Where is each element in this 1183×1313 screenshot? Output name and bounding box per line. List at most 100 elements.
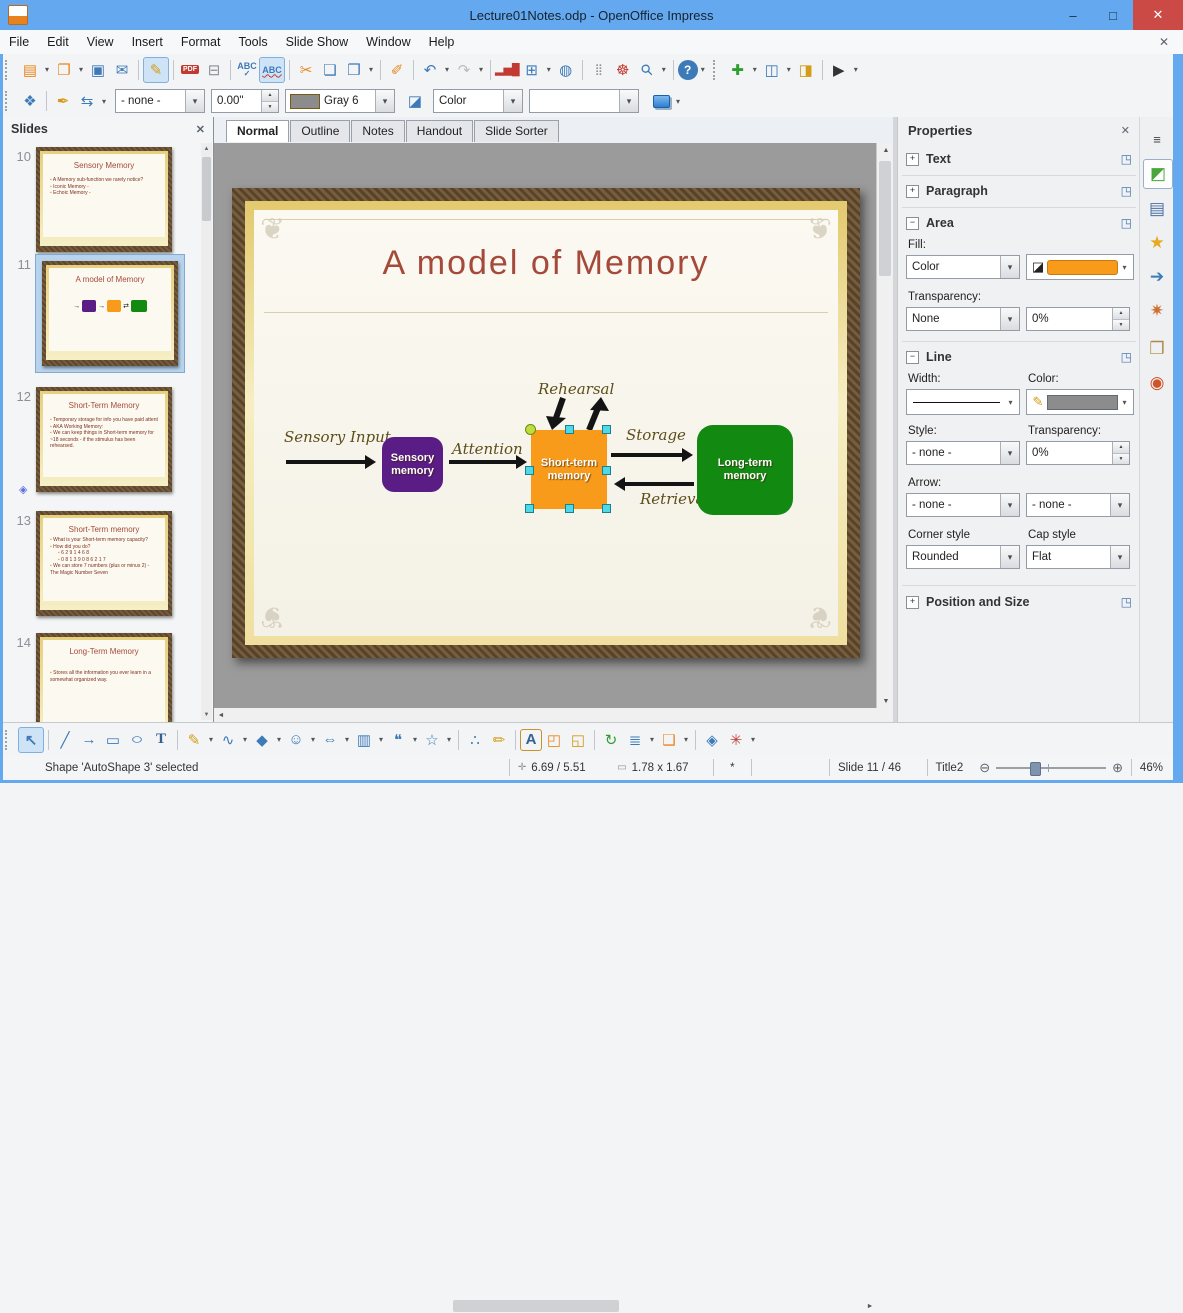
minimize-button[interactable]: – (1053, 0, 1093, 30)
menu-item-format[interactable]: Format (172, 30, 230, 54)
menu-item-file[interactable]: File (0, 30, 38, 54)
slide-design-icon[interactable]: ◨ (794, 58, 818, 82)
line-style-select[interactable]: - none - ▾ (906, 441, 1020, 465)
sidebar-tab-navigator[interactable]: ◉ (1143, 369, 1171, 397)
collapse-icon[interactable]: − (906, 350, 919, 364)
box-long-term-memory[interactable]: Long-term memory (697, 425, 793, 515)
text-tool-icon[interactable]: T (149, 728, 173, 752)
line-style-select[interactable]: - none - ▾ (115, 89, 205, 113)
basic-shapes-dropdown-arrow[interactable]: ▾ (274, 728, 284, 752)
line-dialog-launcher-icon[interactable]: ◳ (1121, 350, 1132, 364)
help-icon[interactable]: ? (677, 59, 698, 80)
animation-indicator-icon[interactable]: ◈ (19, 483, 27, 496)
stars-dropdown-arrow[interactable]: ▾ (444, 728, 454, 752)
slide-canvas[interactable]: ❦ ❦ ❦ ❦ A model of Memory Sensory Input … (232, 188, 860, 658)
connector-tool-icon[interactable]: ∿ (216, 728, 240, 752)
callouts-dropdown-arrow[interactable]: ▾ (410, 728, 420, 752)
tab-slide-sorter[interactable]: Slide Sorter (474, 120, 559, 142)
expand-icon[interactable]: + (906, 184, 919, 198)
section-area[interactable]: − Area ◳ (898, 211, 1140, 235)
table-dropdown-arrow[interactable]: ▾ (544, 58, 554, 82)
tab-normal[interactable]: Normal (226, 120, 290, 142)
scroll-down-icon[interactable]: ▼ (201, 709, 212, 720)
slide-title[interactable]: A model of Memory (254, 244, 838, 283)
open-dropdown-arrow[interactable]: ▾ (76, 58, 86, 82)
line-color-select[interactable]: Gray 6 ▾ (285, 89, 395, 113)
fill-style-select[interactable]: Color ▾ (906, 255, 1020, 279)
possize-dialog-launcher-icon[interactable]: ◳ (1121, 595, 1132, 609)
callouts-icon[interactable]: ❝ (386, 728, 410, 752)
fill-style-dropdown-arrow[interactable]: ▾ (1000, 256, 1019, 278)
box-short-term-memory[interactable]: Short-term memory (531, 430, 607, 509)
arrow-attention[interactable] (449, 455, 527, 469)
selection-handle-bottom-left[interactable] (525, 504, 534, 513)
zoom-track[interactable] (996, 761, 1107, 776)
line-width-dropdown[interactable]: ▾ (906, 389, 1020, 415)
gallery-icon[interactable]: ◱ (566, 728, 590, 752)
copy-icon[interactable]: ❏ (318, 58, 342, 82)
new-document-dropdown-arrow[interactable]: ▾ (42, 58, 52, 82)
section-position-size[interactable]: + Position and Size ◳ (898, 590, 1140, 614)
scroll-down-icon[interactable]: ▼ (879, 694, 893, 708)
label-sensory-input[interactable]: Sensory Input (284, 428, 391, 446)
line-width-spin-down[interactable]: ▼ (262, 101, 278, 112)
fill-color-dropdown-arrow[interactable]: ▾ (1118, 255, 1131, 279)
alignment-icon[interactable]: ≣ (623, 728, 647, 752)
hyperlink-icon[interactable]: ◍ (554, 58, 578, 82)
fill-color-select[interactable]: ▾ (529, 89, 639, 113)
cut-icon[interactable]: ✂ (294, 58, 318, 82)
open-icon[interactable]: ❐ (52, 58, 76, 82)
undo-icon[interactable]: ↶ (418, 58, 442, 82)
sidebar-tab-master-pages[interactable]: ▤ (1143, 195, 1171, 223)
spin-down-icon[interactable]: ▼ (1113, 319, 1129, 330)
expand-icon[interactable]: + (906, 152, 919, 166)
sidebar-tab-gallery[interactable]: ❒ (1143, 335, 1171, 363)
box-sensory-memory[interactable]: Sensory memory (382, 437, 443, 492)
edit-file-icon[interactable]: ✎ (143, 56, 169, 83)
fill-color-dropdown-arrow[interactable]: ▾ (619, 90, 638, 112)
menu-item-insert[interactable]: Insert (123, 30, 172, 54)
alignment-dropdown-arrow[interactable]: ▾ (647, 728, 657, 752)
arrow-end-select[interactable]: - none - ▾ (1026, 493, 1130, 517)
selection-handle-left[interactable] (525, 466, 534, 475)
spin-down-icon[interactable]: ▼ (1113, 453, 1129, 464)
new-document-icon[interactable]: ▤ (18, 58, 42, 82)
edit-points-icon[interactable]: ∴ (463, 728, 487, 752)
transparency-value-input[interactable]: 0% ▲ ▼ (1026, 307, 1130, 331)
scroll-right-icon[interactable]: ► (863, 1299, 877, 1313)
slideshow-icon[interactable]: ▶ (827, 58, 851, 82)
tab-notes[interactable]: Notes (351, 120, 405, 142)
menu-item-tools[interactable]: Tools (229, 30, 276, 54)
block-arrows-icon[interactable]: ⇔ (318, 728, 342, 752)
new-slide-icon[interactable]: ✚ (726, 58, 750, 82)
undo-dropdown-arrow[interactable]: ▾ (442, 58, 452, 82)
symbol-shapes-icon[interactable]: ☺ (284, 728, 308, 752)
line-style-dropdown-arrow[interactable]: ▾ (185, 90, 204, 112)
selection-handle-top[interactable] (565, 425, 574, 434)
grid-icon[interactable]: ⣿ (587, 58, 611, 82)
line-width-dropdown-arrow[interactable]: ▾ (1004, 390, 1017, 414)
properties-close-icon[interactable]: ✕ (1121, 124, 1130, 137)
arrow-sensory-input[interactable] (286, 455, 376, 469)
toolbar-grip[interactable] (5, 59, 14, 80)
arrange-icon[interactable]: ❑ (657, 728, 681, 752)
fill-color-button[interactable]: ◪ ▾ (1026, 254, 1134, 280)
sidebar-tab-animation-effects[interactable]: ✷ (1143, 297, 1171, 325)
save-icon[interactable]: ▣ (86, 58, 110, 82)
slides-panel-scrollbar[interactable]: ▲ ▼ (201, 143, 212, 720)
arrow-style-dropdown-arrow[interactable]: ▾ (99, 89, 109, 113)
corner-style-dropdown-arrow[interactable]: ▾ (1000, 546, 1019, 568)
arrange-dropdown-arrow[interactable]: ▾ (681, 728, 691, 752)
line-style-dropdown-arrow[interactable]: ▾ (1000, 442, 1019, 464)
glue-points-icon[interactable]: ✏ (487, 728, 511, 752)
new-slide-dropdown-arrow[interactable]: ▾ (750, 58, 760, 82)
close-button[interactable]: ✕ (1133, 0, 1183, 30)
email-icon[interactable]: ✉ (110, 58, 134, 82)
tab-outline[interactable]: Outline (290, 120, 351, 142)
shadow-icon[interactable] (649, 89, 673, 113)
transparency-type-dropdown-arrow[interactable]: ▾ (1000, 308, 1019, 330)
menu-item-slideshow[interactable]: Slide Show (277, 30, 358, 54)
standard-toolbar-overflow-arrow[interactable]: ▾ (698, 58, 708, 82)
transparency-type-select[interactable]: None ▾ (906, 307, 1020, 331)
basic-shapes-icon[interactable]: ◆ (250, 728, 274, 752)
